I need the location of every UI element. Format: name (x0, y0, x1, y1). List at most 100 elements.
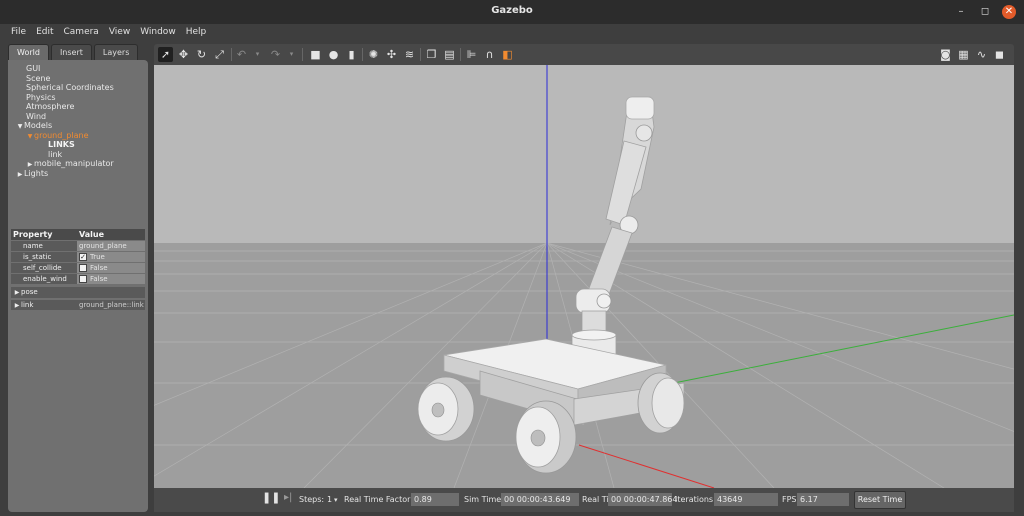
spot-light-icon[interactable]: ✣ (384, 47, 399, 62)
property-group-label: pose (21, 288, 38, 296)
directional-light-icon[interactable]: ≋ (402, 47, 417, 62)
steps-label: Steps: (299, 495, 325, 504)
property-header: Property Value (11, 229, 145, 240)
menu-help[interactable]: Help (181, 24, 212, 41)
box-icon[interactable]: ■ (308, 47, 323, 62)
tree-item-ground-plane-label: ground_plane (34, 130, 89, 140)
menu-bar: File Edit Camera View Window Help (0, 24, 1024, 41)
tree-item-physics[interactable]: Physics (12, 93, 144, 103)
tree-item-link[interactable]: link (12, 150, 144, 160)
rtf-label: Real Time Factor: (344, 495, 413, 504)
align-icon[interactable]: ⊫ (464, 47, 479, 62)
tree-item-gui[interactable]: GUI (12, 64, 144, 74)
rotate-mode-icon[interactable]: ↻ (194, 47, 209, 62)
property-value: False (90, 274, 108, 283)
minimize-icon[interactable]: – (954, 5, 968, 19)
property-row: is_static ✓ True (11, 251, 145, 262)
unchecked-checkbox-icon[interactable] (79, 274, 87, 283)
property-key: name (11, 240, 77, 251)
menu-edit[interactable]: Edit (31, 24, 58, 41)
gazebo-window: Gazebo – ◻ ✕ File Edit Camera View Windo… (0, 0, 1024, 516)
tree-item-links: LINKS (48, 140, 75, 149)
property-row: name ground_plane (11, 240, 145, 251)
tree-item-lights[interactable]: ▶ Lights (12, 169, 144, 179)
property-header-key: Property (13, 230, 53, 239)
collapsed-triangle-icon[interactable]: ▶ (16, 170, 24, 180)
menu-window[interactable]: Window (135, 24, 181, 41)
step-icon[interactable]: ▸| (284, 492, 292, 504)
tree-item-wind[interactable]: Wind (12, 112, 144, 122)
scale-mode-icon[interactable]: ⤢ (212, 47, 227, 62)
tree-item-atmosphere[interactable]: Atmosphere (12, 102, 144, 112)
property-row: enable_wind False (11, 273, 145, 284)
checked-checkbox-icon[interactable]: ✓ (79, 252, 87, 261)
property-row: self_collide False (11, 262, 145, 273)
property-group-pose[interactable]: ▶ pose (11, 287, 145, 298)
property-value: True (90, 252, 105, 261)
iterations-value: 43649 (714, 493, 778, 506)
3d-viewport[interactable] (154, 65, 1014, 488)
menu-camera[interactable]: Camera (59, 24, 104, 41)
copy-icon[interactable]: ❐ (424, 47, 439, 62)
iterations-label: Iterations: (675, 495, 716, 504)
toolbar: ➚ ✥ ↻ ⤢ ↶ ▾ ↷ ▾ ■ ● ▮ ✺ ✣ ≋ ❐ ▤ ⊫ ∩ ◧ ◙ … (154, 44, 1014, 65)
tab-insert[interactable]: Insert (50, 44, 92, 60)
chevron-down-icon[interactable]: ▾ (250, 47, 265, 62)
tab-layers[interactable]: Layers (93, 44, 139, 60)
fps-value: 6.17 (797, 493, 849, 506)
property-group-link[interactable]: ▶ link ground_plane::link (11, 299, 145, 312)
chevron-down-icon[interactable]: ▾ (284, 47, 299, 62)
tab-world[interactable]: World (8, 44, 49, 60)
status-bar: ❚❚ ▸| Steps: 1 ▾ Real Time Factor: 0.89 … (154, 488, 1014, 512)
maximize-icon[interactable]: ◻ (978, 5, 992, 19)
expanded-triangle-icon[interactable]: ▼ (16, 122, 24, 132)
unchecked-checkbox-icon[interactable] (79, 263, 87, 272)
menu-file[interactable]: File (6, 24, 31, 41)
paste-icon[interactable]: ▤ (442, 47, 457, 62)
tree-item-spherical[interactable]: Spherical Coordinates (12, 83, 144, 93)
sky (154, 65, 1014, 243)
collapsed-triangle-icon[interactable]: ▶ (13, 288, 21, 299)
tree-item-mobile-manipulator-label: mobile_manipulator (34, 159, 114, 168)
property-value: False (90, 263, 108, 272)
video-icon[interactable]: ◼ (992, 47, 1007, 62)
undo-icon[interactable]: ↶ (234, 47, 249, 62)
point-light-icon[interactable]: ✺ (366, 47, 381, 62)
property-value: ground_plane::link (77, 299, 145, 310)
world-tree: GUI Scene Spherical Coordinates Physics … (12, 64, 144, 178)
expanded-triangle-icon[interactable]: ▼ (26, 132, 34, 142)
property-group-label: link (21, 300, 34, 309)
select-mode-icon[interactable]: ➚ (158, 47, 173, 62)
collapsed-triangle-icon[interactable]: ▶ (13, 301, 21, 312)
tree-item-scene[interactable]: Scene (12, 74, 144, 84)
window-title: Gazebo (491, 5, 533, 16)
property-header-value: Value (79, 230, 105, 239)
redo-icon[interactable]: ↷ (268, 47, 283, 62)
plot-icon[interactable]: ∿ (974, 47, 989, 62)
sphere-icon[interactable]: ● (326, 47, 341, 62)
menu-view[interactable]: View (104, 24, 135, 41)
steps-value[interactable]: 1 (327, 494, 332, 506)
chevron-down-icon[interactable]: ▾ (334, 494, 338, 506)
snap-icon[interactable]: ∩ (482, 47, 497, 62)
screenshot-icon[interactable]: ◙ (938, 47, 953, 62)
tree-item-mobile-manipulator[interactable]: ▶ mobile_manipulator (12, 159, 144, 169)
cylinder-icon[interactable]: ▮ (344, 47, 359, 62)
tree-item-models[interactable]: ▼ Models (12, 121, 144, 131)
reset-time-button[interactable]: Reset Time (854, 491, 906, 509)
property-key: is_static (11, 251, 77, 262)
real-time-value: 00 00:00:47.864 (608, 493, 677, 506)
pause-icon[interactable]: ❚❚ (262, 492, 280, 504)
close-icon[interactable]: ✕ (1002, 5, 1016, 19)
property-value[interactable]: ground_plane (77, 240, 145, 251)
rtf-value: 0.89 (411, 493, 459, 506)
translate-mode-icon[interactable]: ✥ (176, 47, 191, 62)
change-view-icon[interactable]: ◧ (500, 47, 515, 62)
scene-render[interactable] (154, 65, 1014, 488)
property-key: enable_wind (11, 273, 77, 284)
title-bar: Gazebo – ◻ ✕ (0, 0, 1024, 24)
property-key: self_collide (11, 262, 77, 273)
tree-item-ground-plane[interactable]: ▼ ground_plane (12, 131, 144, 141)
property-table: Property Value name ground_plane is_stat… (11, 229, 145, 311)
log-icon[interactable]: ▦ (956, 47, 971, 62)
